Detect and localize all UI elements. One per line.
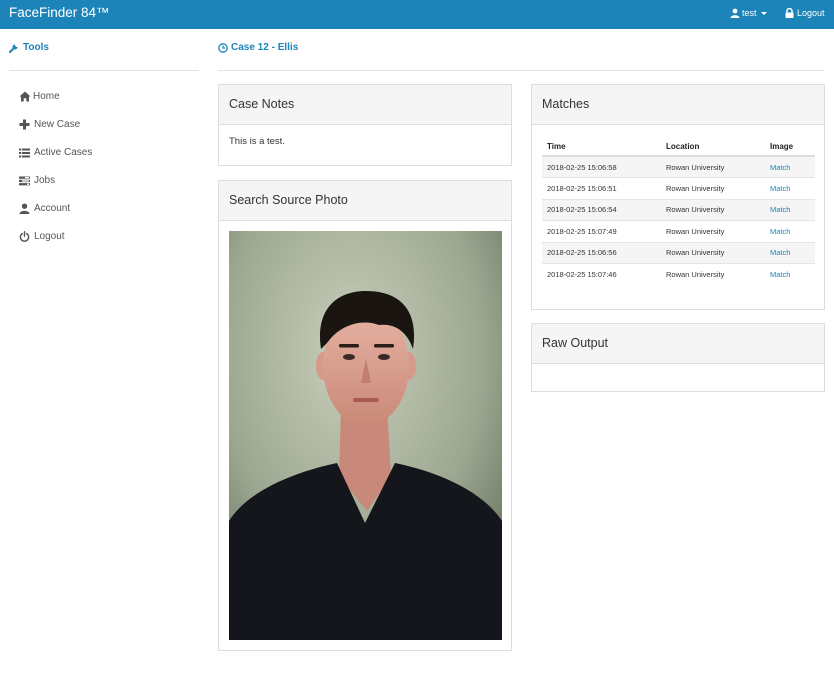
cell-location: Rowan University [661, 241, 765, 264]
top-navbar: FaceFinder 84™ test Logout [0, 0, 834, 29]
tools-heading: Tools [9, 42, 49, 53]
match-link[interactable]: Match [770, 227, 790, 236]
source-photo [229, 231, 502, 640]
user-icon [19, 203, 30, 214]
plus-icon [19, 119, 30, 130]
sidebar-item-account[interactable]: Account [19, 203, 70, 214]
clock-icon [218, 42, 228, 53]
match-link[interactable]: Match [770, 184, 790, 193]
sidebar-item-home[interactable]: Home [19, 91, 60, 102]
table-row: 2018-02-25 15:06:56 Rowan University Mat… [542, 241, 815, 264]
match-link[interactable]: Match [770, 163, 790, 172]
app-brand[interactable]: FaceFinder 84™ [9, 5, 110, 20]
sidebar-item-active-cases[interactable]: Active Cases [19, 147, 92, 158]
case-notes-text: This is a test. [229, 136, 285, 147]
home-icon [19, 91, 31, 102]
tools-heading-label: Tools [23, 42, 49, 53]
cell-time: 2018-02-25 15:06:54 [542, 198, 661, 221]
matches-table: Time Location Image 2018-02-25 15:06:58 … [542, 137, 815, 285]
power-icon [19, 231, 30, 242]
table-row: 2018-02-25 15:07:49 Rowan University Mat… [542, 220, 815, 242]
user-menu-label: test [742, 8, 757, 18]
navbar-logout-label: Logout [797, 8, 825, 18]
tasks-icon [19, 176, 30, 185]
caret-down-icon [760, 11, 767, 15]
cell-time: 2018-02-25 15:07:46 [542, 263, 661, 285]
sidebar-item-jobs[interactable]: Jobs [19, 175, 55, 186]
sidebar-item-new-case[interactable]: New Case [19, 119, 80, 130]
sidebar-item-label: Home [33, 91, 60, 102]
case-divider [218, 70, 824, 71]
table-row: 2018-02-25 15:06:58 Rowan University Mat… [542, 155, 815, 178]
sidebar-item-label: Jobs [34, 175, 56, 186]
cell-location: Rowan University [661, 220, 765, 242]
match-link[interactable]: Match [770, 248, 790, 257]
lock-icon [785, 8, 794, 18]
table-row: 2018-02-25 15:06:54 Rowan University Mat… [542, 198, 815, 221]
user-icon [730, 8, 740, 18]
case-notes-heading: Case Notes [219, 85, 511, 125]
raw-output-heading: Raw Output [532, 324, 824, 364]
cell-location: Rowan University [661, 198, 765, 221]
cell-time: 2018-02-25 15:06:51 [542, 177, 661, 199]
match-link[interactable]: Match [770, 270, 790, 279]
cell-location: Rowan University [661, 155, 765, 178]
cell-time: 2018-02-25 15:06:56 [542, 241, 661, 264]
sidebar-item-logout[interactable]: Logout [19, 231, 65, 242]
sidebar-item-label: Active Cases [34, 147, 93, 158]
raw-output-text [532, 364, 824, 386]
case-notes-panel: Case Notes This is a test. [218, 84, 512, 166]
wrench-icon [9, 44, 18, 53]
cell-location: Rowan University [661, 177, 765, 199]
cell-time: 2018-02-25 15:06:58 [542, 155, 661, 178]
search-photo-heading: Search Source Photo [219, 181, 511, 221]
raw-output-panel: Raw Output [531, 323, 825, 392]
sidebar-item-label: New Case [34, 119, 81, 130]
cell-location: Rowan University [661, 263, 765, 285]
matches-panel: Matches Time Location Image 2018-02-25 1… [531, 84, 825, 310]
list-icon [19, 148, 30, 157]
column-header-image: Image [765, 137, 815, 157]
user-menu[interactable]: test [730, 8, 767, 18]
case-title: Case 12 - Ellis [218, 42, 298, 53]
search-photo-panel: Search Source Photo [218, 180, 512, 651]
table-row: 2018-02-25 15:06:51 Rowan University Mat… [542, 177, 815, 199]
matches-heading: Matches [532, 85, 824, 125]
sidebar-divider [9, 70, 199, 71]
table-row: 2018-02-25 15:07:46 Rowan University Mat… [542, 263, 815, 285]
sidebar-item-label: Account [34, 203, 71, 214]
table-header-row: Time Location Image [542, 137, 815, 157]
match-link[interactable]: Match [770, 205, 790, 214]
navbar-logout-link[interactable]: Logout [785, 8, 825, 18]
column-header-location: Location [661, 137, 765, 157]
column-header-time: Time [542, 137, 661, 157]
cell-time: 2018-02-25 15:07:49 [542, 220, 661, 242]
case-title-label: Case 12 - Ellis [231, 42, 299, 53]
sidebar-item-label: Logout [34, 231, 65, 242]
